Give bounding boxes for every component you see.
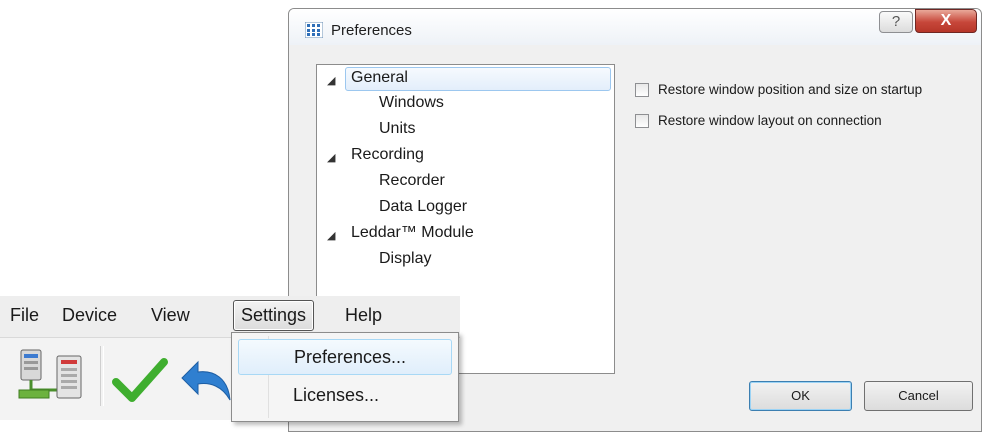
undo-arrow-icon[interactable] [180,360,232,404]
expand-arrow-icon[interactable]: ◢ [327,151,335,164]
expand-arrow-icon[interactable]: ◢ [327,74,335,87]
network-devices-icon[interactable] [17,346,89,406]
checkmark-icon[interactable] [112,356,168,404]
option-restore-position[interactable]: Restore window position and size on star… [635,82,922,97]
menu-view[interactable]: View [151,305,190,326]
menu-file[interactable]: File [10,305,39,326]
tree-item-general[interactable]: General [345,67,611,91]
toolbar [0,338,232,420]
menu-item-label: Preferences... [294,347,407,367]
tree-item-recorder[interactable]: Recorder [379,172,445,190]
help-icon: ? [891,13,901,30]
checkbox[interactable] [635,113,649,128]
app-grid-icon [305,22,323,38]
menu-device[interactable]: Device [62,305,117,326]
menu-item-label: Licenses... [293,385,380,405]
menu-settings[interactable]: Settings [233,300,315,331]
tree-item-recording[interactable]: Recording [351,146,424,164]
toolbar-separator [100,346,104,406]
main-window-fragment: File Device View Settings Help Preferenc… [0,296,460,422]
option-restore-layout[interactable]: Restore window layout on connection [635,113,882,128]
close-icon: X [940,12,952,29]
help-button[interactable]: ? [879,11,913,33]
checkbox[interactable] [635,82,649,97]
tree-item-leddar-module[interactable]: Leddar™ Module [351,224,474,242]
option-label: Restore window position and size on star… [658,82,923,97]
menu-help[interactable]: Help [345,305,382,326]
tree-item-display[interactable]: Display [379,250,431,268]
dialog-title: Preferences [331,22,412,39]
cancel-button[interactable]: Cancel [864,381,973,411]
tree-item-units[interactable]: Units [379,120,415,138]
ok-button[interactable]: OK [749,381,852,411]
option-label: Restore window layout on connection [658,113,882,128]
title-bar[interactable]: Preferences ? X [289,9,981,45]
expand-arrow-icon[interactable]: ◢ [327,229,335,242]
menu-item-licenses[interactable]: Licenses... [238,378,452,414]
tree-item-data-logger[interactable]: Data Logger [379,198,467,216]
settings-dropdown-menu: Preferences... Licenses... [231,332,459,422]
menu-item-preferences[interactable]: Preferences... [238,339,452,375]
close-button[interactable]: X [915,9,977,33]
tree-item-windows[interactable]: Windows [379,94,444,112]
